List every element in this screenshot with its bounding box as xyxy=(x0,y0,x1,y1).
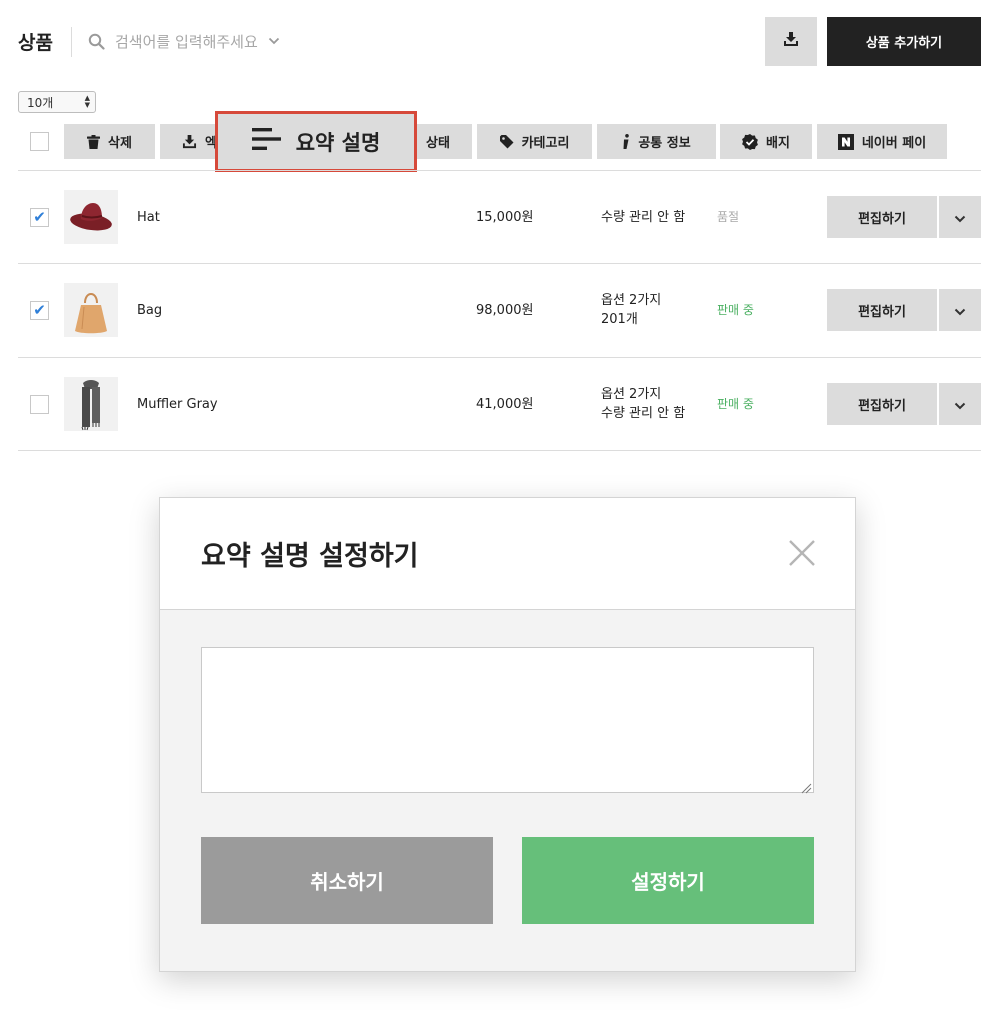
status-badge: 판매 중 xyxy=(717,303,754,317)
category-label: 카테고리 xyxy=(521,136,570,151)
chevron-down-icon xyxy=(954,208,966,227)
select-arrows-icon: ▲ ▼ xyxy=(84,94,90,109)
summary-description-label: 요약 설명 xyxy=(295,130,381,155)
product-price: 15,000원 xyxy=(476,210,534,225)
tag-icon xyxy=(499,134,514,149)
table-divider xyxy=(18,170,981,171)
product-stock: 수량 관리 안 함 xyxy=(601,210,686,225)
naver-n-icon xyxy=(837,133,854,150)
delete-label: 삭제 xyxy=(108,136,132,151)
chevron-down-icon xyxy=(954,301,966,320)
product-name[interactable]: Bag xyxy=(137,301,162,320)
badge-label: 배지 xyxy=(766,136,790,151)
edit-button[interactable]: 편집하기 xyxy=(827,196,937,238)
stock-line: 수량 관리 안 함 xyxy=(601,406,686,421)
export-button[interactable]: 엑 xyxy=(160,124,220,159)
modal-header: 요약 설명 설정하기 xyxy=(160,498,855,610)
download-icon xyxy=(783,32,799,51)
menu-lines-icon xyxy=(251,127,282,156)
product-thumbnail-bag[interactable] xyxy=(64,283,118,337)
stock-line: 옵션 2가지 xyxy=(601,387,662,402)
chevron-down-icon xyxy=(954,395,966,414)
product-thumbnail-muffler[interactable] xyxy=(64,377,118,431)
close-icon[interactable] xyxy=(787,538,817,568)
row-checkbox[interactable]: ✔ xyxy=(30,208,49,227)
table-divider xyxy=(18,450,981,451)
download-button[interactable] xyxy=(765,17,817,66)
summary-description-modal: 요약 설명 설정하기 취소하기 설정하기 xyxy=(159,497,856,972)
badge-button[interactable]: 배지 xyxy=(720,124,812,159)
status-badge: 품절 xyxy=(717,210,740,224)
per-page-select[interactable]: 10개 ▲ ▼ xyxy=(18,91,96,113)
search-placeholder[interactable]: 검색어를 입력해주세요 xyxy=(115,31,258,52)
more-options-button[interactable] xyxy=(939,196,981,238)
common-info-button[interactable]: 공통 정보 xyxy=(597,124,716,159)
select-all-checkbox[interactable] xyxy=(30,132,49,151)
naver-pay-button[interactable]: 네이버 페이 xyxy=(817,124,947,159)
trash-icon xyxy=(87,134,101,149)
common-info-label: 공통 정보 xyxy=(638,136,691,151)
naver-pay-label: 네이버 페이 xyxy=(861,136,927,151)
verified-badge-icon xyxy=(742,133,758,150)
delete-button[interactable]: 삭제 xyxy=(64,124,155,159)
product-name[interactable]: Muffler Gray xyxy=(137,395,218,414)
confirm-button[interactable]: 설정하기 xyxy=(522,837,814,924)
info-icon xyxy=(622,134,630,149)
product-name[interactable]: Hat xyxy=(137,208,160,227)
row-checkbox[interactable]: ✔ xyxy=(30,301,49,320)
search-icon xyxy=(88,33,105,50)
edit-button[interactable]: 편집하기 xyxy=(827,289,937,331)
edit-button[interactable]: 편집하기 xyxy=(827,383,937,425)
cancel-button[interactable]: 취소하기 xyxy=(201,837,493,924)
stock-line: 옵션 2가지 xyxy=(601,293,662,308)
product-thumbnail-hat[interactable] xyxy=(64,190,118,244)
page-title: 상품 xyxy=(18,32,53,54)
status-label: 상태 xyxy=(426,136,450,151)
search-bar[interactable]: 검색어를 입력해주세요 xyxy=(88,28,280,54)
product-stock: 옵션 2가지 201개 xyxy=(601,291,661,329)
table-divider xyxy=(18,263,981,264)
download-icon xyxy=(182,134,197,149)
row-checkbox[interactable] xyxy=(30,395,49,414)
more-options-button[interactable] xyxy=(939,383,981,425)
stock-line: 201개 xyxy=(601,312,638,327)
resize-handle[interactable] xyxy=(800,779,812,794)
product-stock: 옵션 2가지 수량 관리 안 함 xyxy=(601,385,685,423)
product-price: 98,000원 xyxy=(476,303,534,318)
product-price: 41,000원 xyxy=(476,397,534,412)
per-page-value: 10개 xyxy=(27,95,54,110)
more-options-button[interactable] xyxy=(939,289,981,331)
summary-textarea[interactable] xyxy=(201,647,814,793)
chevron-down-icon[interactable] xyxy=(268,37,280,45)
status-button[interactable]: 상태 xyxy=(412,124,472,159)
table-divider xyxy=(18,357,981,358)
summary-description-button[interactable]: 요약 설명 xyxy=(215,111,417,172)
category-button[interactable]: 카테고리 xyxy=(477,124,592,159)
status-badge: 판매 중 xyxy=(717,397,754,411)
modal-title: 요약 설명 설정하기 xyxy=(201,541,419,572)
title-divider xyxy=(71,27,72,57)
add-product-button[interactable]: 상품 추가하기 xyxy=(827,17,981,66)
